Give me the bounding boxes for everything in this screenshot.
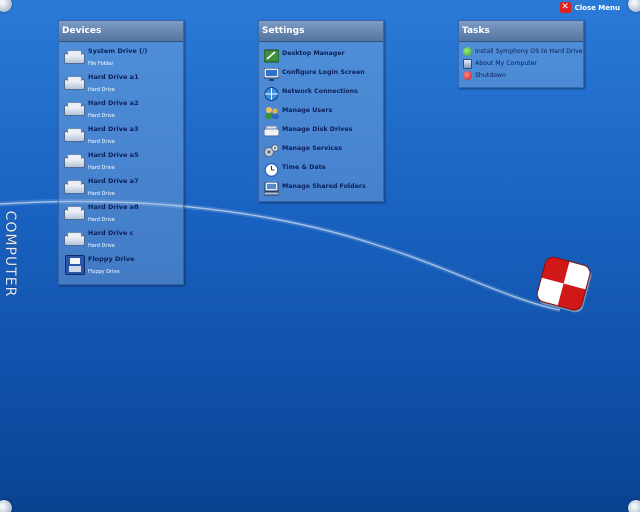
settings-item-label: Network Connections <box>282 88 358 95</box>
task-item-label: Shutdown <box>475 72 506 79</box>
settings-item-time-and-date[interactable]: Time & Date <box>262 160 380 179</box>
settings-item-label: Manage Disk Drives <box>282 126 353 133</box>
shutdown-icon <box>463 71 472 80</box>
device-name: Hard Drive a5 <box>88 151 139 159</box>
device-type: Floppy Drive <box>88 269 120 275</box>
device-item-floppy-drive[interactable]: Floppy Drive Floppy Drive <box>62 254 180 280</box>
disk-drive-icon <box>263 124 280 138</box>
symphony-logo <box>536 256 594 315</box>
task-item-label: Install Symphony OS to Hard Drive <box>475 48 583 55</box>
settings-item-label: Manage Users <box>282 107 333 114</box>
settings-panel: Settings Desktop Manager Configure Login… <box>258 20 384 202</box>
device-item-system-drive[interactable]: System Drive (/) File Folder <box>62 46 180 72</box>
close-menu-button[interactable]: ✕ Close Menu <box>559 2 620 13</box>
device-item-hard-drive-a5[interactable]: Hard Drive a5 Hard Drive <box>62 150 180 176</box>
device-item-hard-drive-a3[interactable]: Hard Drive a3 Hard Drive <box>62 124 180 150</box>
device-type: Hard Drive <box>88 191 115 197</box>
hard-drive-icon <box>64 153 85 168</box>
task-item-about-my-computer[interactable]: About My Computer <box>462 58 580 70</box>
device-item-hard-drive-a8[interactable]: Hard Drive a8 Hard Drive <box>62 202 180 228</box>
hard-drive-icon <box>64 75 85 90</box>
device-type: Hard Drive <box>88 243 115 249</box>
settings-panel-title: Settings <box>259 21 383 42</box>
desktop: COMPUTER ✕ Close Menu Devices System Dri… <box>0 0 640 512</box>
clock-icon <box>264 162 279 178</box>
devices-panel-title: Devices <box>59 21 183 42</box>
device-name: Hard Drive a3 <box>88 125 139 133</box>
device-name: System Drive (/) <box>88 47 148 55</box>
device-item-hard-drive-a1[interactable]: Hard Drive a1 Hard Drive <box>62 72 180 98</box>
devices-panel: Devices System Drive (/) File Folder Har… <box>58 20 184 285</box>
desktop-manager-icon <box>263 48 280 63</box>
settings-item-label: Configure Login Screen <box>282 69 365 76</box>
settings-item-label: Manage Services <box>282 145 343 152</box>
close-menu-label: Close Menu <box>574 3 620 12</box>
device-item-hard-drive-c[interactable]: Hard Drive c Hard Drive <box>62 228 180 254</box>
settings-item-label: Desktop Manager <box>282 50 345 57</box>
settings-item-manage-users[interactable]: Manage Users <box>262 103 380 122</box>
tasks-panel: Tasks Install Symphony OS to Hard Drive … <box>458 20 584 88</box>
task-item-install-symphony-os[interactable]: Install Symphony OS to Hard Drive <box>462 46 583 58</box>
shared-folder-icon <box>263 181 280 196</box>
device-item-hard-drive-a2[interactable]: Hard Drive a2 Hard Drive <box>62 98 180 124</box>
monitor-icon <box>263 67 280 81</box>
settings-item-network-connections[interactable]: Network Connections <box>262 84 380 103</box>
device-type: File Folder <box>88 61 114 67</box>
settings-item-manage-shared-folders[interactable]: Manage Shared Folders <box>262 179 380 198</box>
device-name: Floppy Drive <box>88 255 135 263</box>
device-name: Hard Drive c <box>88 229 134 237</box>
network-icon <box>264 86 279 101</box>
hard-drive-icon <box>64 205 85 220</box>
settings-item-label: Manage Shared Folders <box>282 183 366 190</box>
tasks-panel-title: Tasks <box>459 21 583 42</box>
settings-item-configure-login-screen[interactable]: Configure Login Screen <box>262 65 380 84</box>
settings-item-label: Time & Date <box>282 164 326 171</box>
device-name: Hard Drive a2 <box>88 99 139 107</box>
settings-item-manage-disk-drives[interactable]: Manage Disk Drives <box>262 122 380 141</box>
device-name: Hard Drive a7 <box>88 177 139 185</box>
settings-item-desktop-manager[interactable]: Desktop Manager <box>262 46 380 65</box>
side-label-computer[interactable]: COMPUTER <box>2 204 18 304</box>
device-name: Hard Drive a8 <box>88 203 139 211</box>
gears-icon <box>264 143 279 157</box>
hard-drive-icon <box>64 127 85 142</box>
hard-drive-icon <box>64 179 85 194</box>
device-type: Hard Drive <box>88 217 115 223</box>
settings-item-manage-services[interactable]: Manage Services <box>262 141 380 160</box>
device-item-hard-drive-a7[interactable]: Hard Drive a7 Hard Drive <box>62 176 180 202</box>
computer-icon <box>463 59 472 69</box>
hard-drive-icon <box>64 49 85 64</box>
hard-drive-icon <box>64 231 85 246</box>
device-type: Hard Drive <box>88 113 115 119</box>
device-name: Hard Drive a1 <box>88 73 139 81</box>
install-icon <box>463 47 472 56</box>
task-item-label: About My Computer <box>475 60 537 67</box>
device-type: Hard Drive <box>88 87 115 93</box>
task-item-shutdown[interactable]: Shutdown <box>462 70 580 82</box>
bottom-bar <box>0 480 640 512</box>
corner-orb-bottom-right[interactable] <box>628 500 640 512</box>
hard-drive-icon <box>64 101 85 116</box>
users-icon <box>264 105 279 119</box>
device-type: Hard Drive <box>88 139 115 145</box>
floppy-disk-icon <box>64 255 85 275</box>
device-type: Hard Drive <box>88 165 115 171</box>
close-icon: ✕ <box>559 2 571 13</box>
